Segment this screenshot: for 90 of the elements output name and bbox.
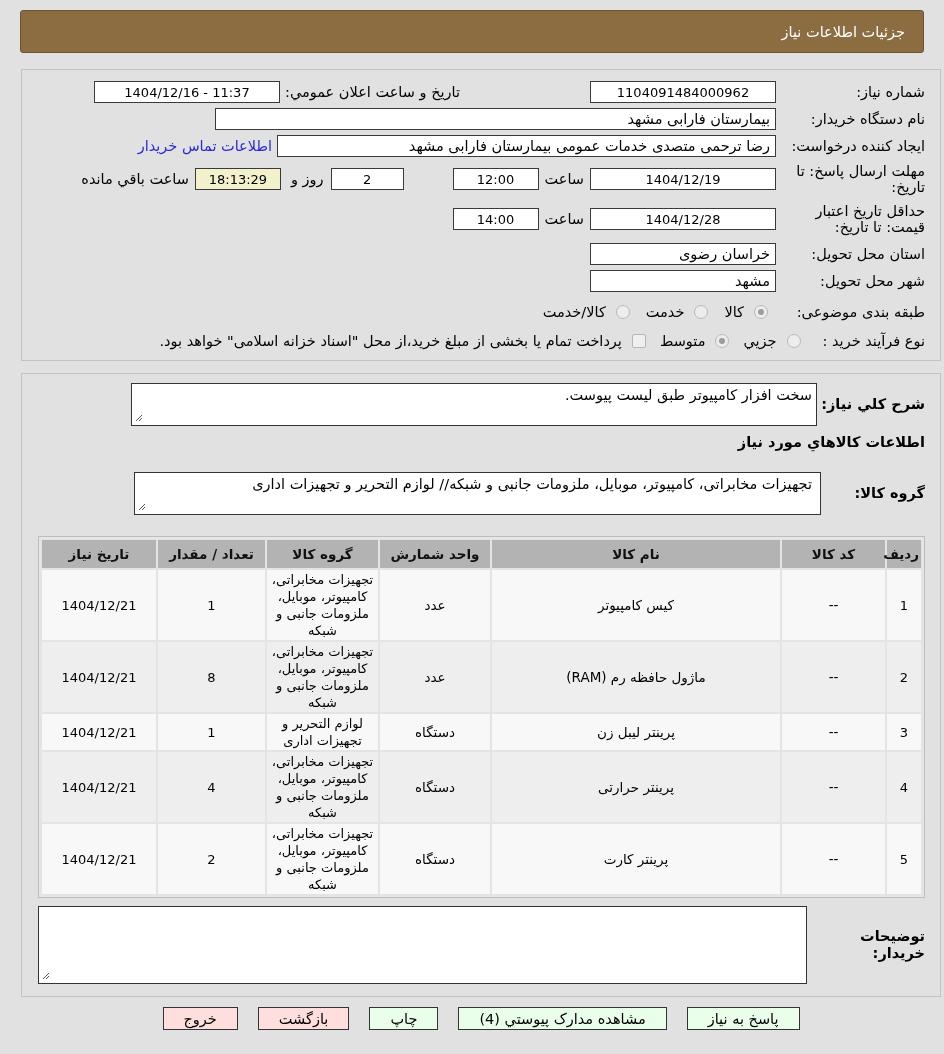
field-label: ساعت باقي مانده [81,171,189,187]
city-field[interactable]: مشهد [590,270,776,292]
announcement-date-field[interactable]: 1404/12/16 - 11:37 [94,81,280,103]
table-cell: 1404/12/21 [42,570,156,640]
buyer-contact-link[interactable]: اطلاعات تماس خریدار [137,138,272,154]
validity-date-field[interactable]: 1404/12/28 [590,208,776,230]
table-cell: تجهیزات مخابراتی، کامپیوتر، موبایل، ملزومات جانبی و شبکه [267,752,378,822]
table-cell: 1404/12/21 [42,642,156,712]
field-label: توضیحات خریدار: [859,928,925,962]
field-label: نام دستگاه خریدار: [809,111,925,127]
validity-time-field[interactable]: 14:00 [452,208,539,230]
resize-grip-icon[interactable] [42,972,50,980]
field-label: شرح کلي نیاز: [820,396,925,413]
field-label: تاریخ و ساعت اعلان عمومي: [285,84,460,100]
table-cell: کیس کامپیوتر [492,570,780,640]
checkbox-label: پرداخت تمام یا بخشی از مبلغ خرید،از محل "اسناد خزانه اسلامی" خواهد بود. [159,333,622,349]
page-title: جزئیات اطلاعات نیاز [781,23,905,40]
column-header: تعداد / مقدار [158,540,265,568]
table-cell: دستگاه [380,714,490,750]
radio-label: جزيي [743,333,777,349]
table-cell: پرینتر کارت [492,824,780,894]
table-cell: لوازم التحریر و تجهیزات اداری [267,714,378,750]
action-button[interactable]: بازگشت [257,1007,350,1030]
resize-grip-icon[interactable] [138,503,146,511]
table-cell: 8 [158,642,265,712]
table-cell: عدد [380,642,490,712]
days-field[interactable]: 2 [330,168,404,190]
requester-field[interactable]: رضا ترحمی متصدی خدمات عمومی بیمارستان فارابی مشهد [277,135,776,157]
description-field[interactable]: سخت افزار کامپیوتر طبق لیست پیوست. [131,383,817,426]
field-label: ایجاد کننده درخواست: [790,138,925,154]
table-cell: -- [782,824,885,894]
table-cell: 1404/12/21 [42,714,156,750]
table-cell: تجهیزات مخابراتی، کامپیوتر، موبایل، ملزومات جانبی و شبکه [267,642,378,712]
table-cell: -- [782,642,885,712]
resize-grip-icon[interactable] [135,414,143,422]
table-cell: 1404/12/21 [42,752,156,822]
reply-time-field[interactable]: 12:00 [452,168,539,190]
field-label: گروه کالا: [853,485,925,502]
table-cell: 3 [887,714,921,750]
column-header: گروه کالا [267,540,378,568]
table-cell: دستگاه [380,824,490,894]
reply-date-field[interactable]: 1404/12/19 [590,168,776,190]
field-label: ساعت [544,211,584,227]
province-field[interactable]: خراسان رضوی [590,243,776,265]
table-cell: -- [782,714,885,750]
column-header: نام کالا [492,540,780,568]
field-label: نوع فرآیند خرید : [822,333,925,349]
buyer-org-field[interactable]: بیمارستان فارابی مشهد [215,108,776,130]
need-number-field[interactable]: 1104091484000962 [590,81,776,103]
field-label: طبقه بندی موضوعی: [795,304,925,320]
goods-group-field[interactable]: تجهیزات مخابراتی، کامپیوتر، موبایل، ملزومات جانبی و شبکه// لوازم التحریر و تجهیزات اداری [134,472,821,515]
table-cell: 1 [887,570,921,640]
table-cell: 1 [158,570,265,640]
buyer-notes-field[interactable] [38,906,807,984]
table-cell: -- [782,752,885,822]
column-header: تاریخ نیاز [42,540,156,568]
table-cell: ماژول حافظه رم (RAM) [492,642,780,712]
table-cell: -- [782,570,885,640]
action-button[interactable]: پاسخ به نیاز [686,1007,800,1030]
table-cell: 2 [887,642,921,712]
action-button[interactable]: مشاهده مدارک پیوستي (4) [458,1007,667,1030]
table-cell: دستگاه [380,752,490,822]
table-cell: 4 [158,752,265,822]
table-cell: عدد [380,570,490,640]
table-cell: 4 [887,752,921,822]
table-cell: 1 [158,714,265,750]
table-cell: پرینتر لیبل زن [492,714,780,750]
table-cell: پرینتر حرارتی [492,752,780,822]
radio-label: کالا/خدمت [542,304,606,320]
column-header: واحد شمارش [380,540,490,568]
table-cell: تجهیزات مخابراتی، کامپیوتر، موبایل، ملزومات جانبی و شبکه [267,570,378,640]
remaining-time-field: 18:13:29 [194,168,281,190]
field-label: مهلت ارسال پاسخ: تا تاریخ: [795,163,925,195]
field-label: شماره نیاز: [855,84,925,100]
field-label: ساعت [544,171,584,187]
action-button[interactable]: خروج [162,1007,238,1030]
table-cell: 1404/12/21 [42,824,156,894]
field-label: شهر محل تحویل: [819,273,925,289]
table-cell: تجهیزات مخابراتی، کامپیوتر، موبایل، ملزومات جانبی و شبکه [267,824,378,894]
radio-label: متوسط [659,333,706,349]
radio-label: کالا [724,304,744,320]
action-button[interactable]: چاپ [369,1007,439,1030]
field-label: استان محل تحویل: [810,246,925,262]
section-heading: اطلاعات کالاهاي مورد نیاز [736,434,925,451]
field-label: روز و [290,171,324,187]
table-cell: 5 [887,824,921,894]
field-label: حداقل تاریخ اعتبار قیمت: تا تاریخ: [814,203,925,235]
table-cell: 2 [158,824,265,894]
column-header: کد کالا [782,540,885,568]
radio-label: خدمت [645,304,685,320]
